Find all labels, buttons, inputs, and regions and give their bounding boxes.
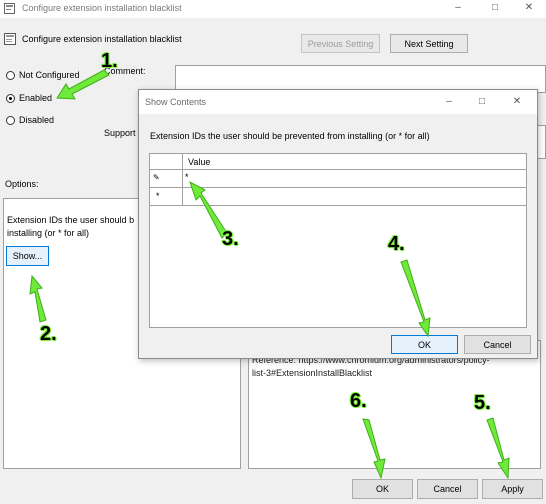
annotation-label-1: 1. [101,50,118,72]
arrow-1-icon [56,69,110,100]
arrow-4-icon [400,259,431,338]
annotation-label-6: 6. [350,390,367,412]
annotation-label-3: 3. [222,228,239,250]
arrow-5-icon [486,417,510,480]
annotation-label-5: 5. [474,392,491,414]
annotation-arrows [29,69,510,480]
annotation-label-2: 2. [40,323,57,345]
annotation-label-4: 4. [388,233,405,255]
arrow-2-icon [29,274,47,323]
arrow-6-icon [362,418,386,480]
